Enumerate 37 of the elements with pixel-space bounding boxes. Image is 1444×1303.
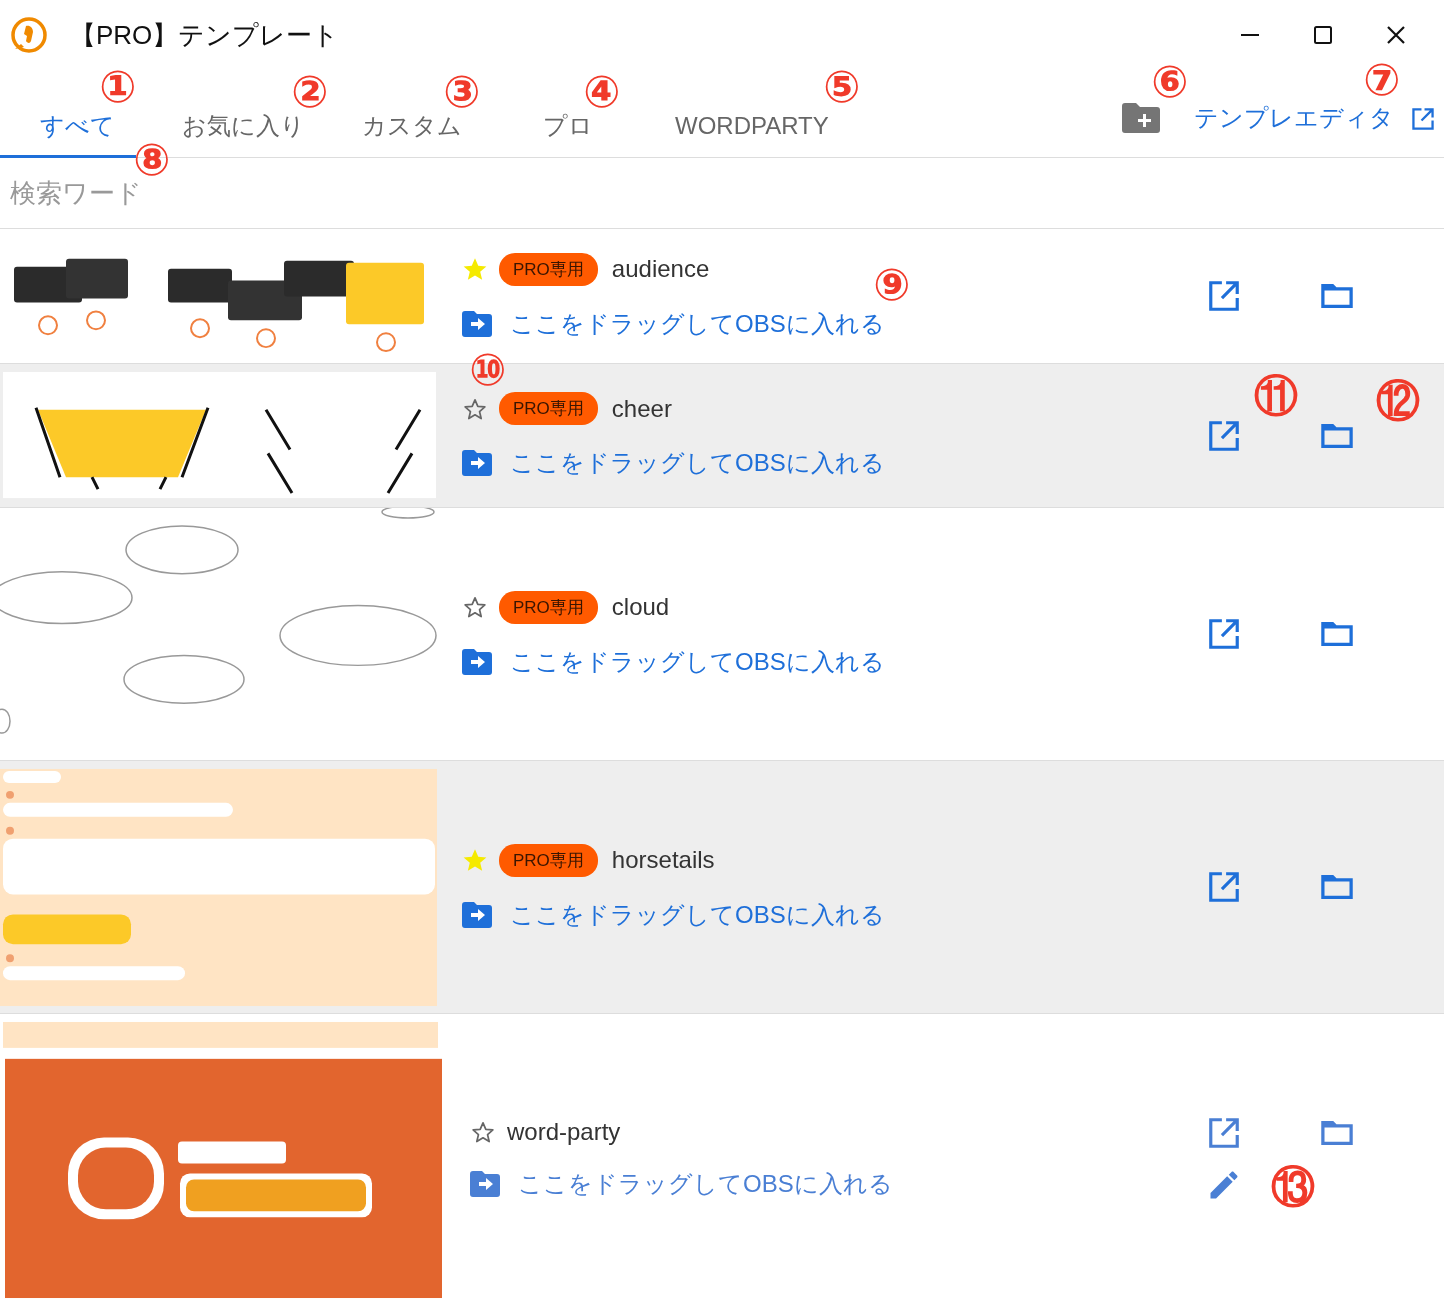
callout-number: ⑤: [822, 60, 862, 114]
tab[interactable]: WORDPARTY: [675, 112, 829, 140]
template-name: cloud: [611, 593, 670, 621]
callout-number: ⑥: [1150, 55, 1190, 109]
folder-arrow-icon[interactable]: [470, 1170, 500, 1197]
callout-number: ⑪: [1253, 369, 1299, 423]
open-external-icon[interactable]: [1206, 869, 1242, 905]
pro-badge: PRO専用: [499, 252, 598, 286]
tab[interactable]: すべて: [40, 112, 115, 140]
folder-arrow-icon[interactable]: [462, 648, 492, 675]
folder-arrow-icon[interactable]: [462, 310, 492, 337]
pro-badge: PRO専用: [499, 590, 598, 624]
folder-arrow-icon[interactable]: [462, 901, 492, 928]
open-external-icon[interactable]: [1206, 278, 1242, 314]
external-link-icon[interactable]: [1410, 105, 1436, 132]
window-title: 【PRO】テンプレート: [70, 18, 340, 52]
template-name: audience: [611, 255, 710, 283]
maximize-icon[interactable]: [1311, 23, 1335, 47]
callout-number: ⑫: [1375, 374, 1421, 428]
app-logo-icon: [10, 16, 48, 54]
star-icon[interactable]: [462, 847, 488, 873]
template-name: word-party: [507, 1117, 621, 1146]
callout-number: ①: [98, 60, 138, 114]
template-name: horsetails: [611, 846, 715, 874]
template-name: cheer: [611, 394, 672, 423]
drag-to-obs-link[interactable]: ここをドラッグしてOBSに入れる: [510, 645, 885, 678]
callout-number: ⑬: [1270, 1160, 1316, 1214]
folder-arrow-icon[interactable]: [462, 450, 492, 476]
pro-badge: PRO専用: [499, 392, 598, 425]
open-external-icon[interactable]: [1206, 616, 1242, 652]
star-outline-icon[interactable]: [462, 594, 488, 620]
folder-plus-icon[interactable]: [1122, 101, 1160, 134]
drag-to-obs-link[interactable]: ここをドラッグしてOBSに入れる: [510, 447, 885, 479]
drag-to-obs-link[interactable]: ここをドラッグしてOBSに入れる: [518, 1167, 893, 1200]
star-icon[interactable]: [462, 256, 488, 282]
pro-badge: PRO専用: [499, 843, 598, 877]
drag-to-obs-link[interactable]: ここをドラッグしてOBSに入れる: [510, 898, 885, 931]
